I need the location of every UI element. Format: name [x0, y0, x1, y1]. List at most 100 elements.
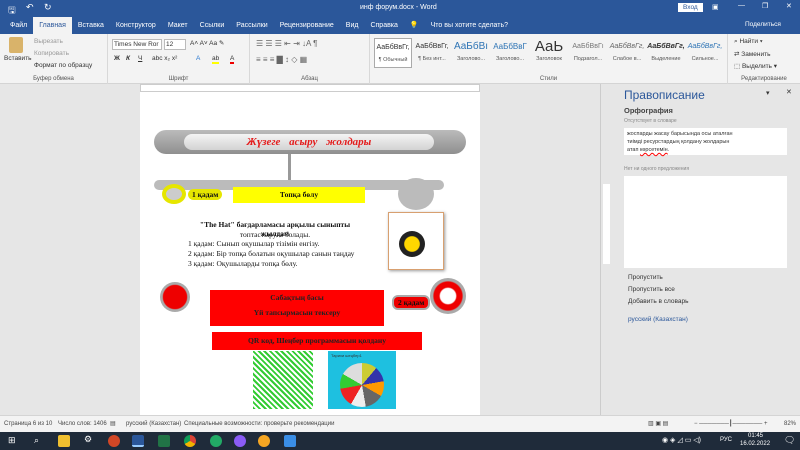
list-icons[interactable]: ☰ ☰ ☰ ⇤ ⇥ ↓A ¶: [256, 39, 317, 48]
pane-language-link[interactable]: русский (Казахстан): [628, 316, 688, 323]
select-button[interactable]: ⬚ Выделить ▾: [734, 62, 777, 70]
align-icons[interactable]: ≡ ≡ ≡ ▇ ↕ ◇ ▦: [256, 55, 307, 64]
cut-button[interactable]: Вырезать: [34, 38, 63, 45]
style-normal[interactable]: АаБбВвГг, ¶ Обычный: [374, 38, 412, 68]
step1-title: Топқа бөлу: [233, 187, 365, 203]
powerpoint-icon[interactable]: [108, 435, 120, 447]
taskbar: ⊞ ⌕ ⚙ ◉ ◈ ◿ ▭ ◁) РУС 01:45 16.02.2022 🗨: [0, 432, 800, 450]
suggestions-list[interactable]: [624, 176, 787, 268]
accessibility-status[interactable]: Специальные возможности: проверьте реком…: [184, 421, 334, 427]
tab-references[interactable]: Ссылки: [194, 17, 231, 34]
tab-mailings[interactable]: Рассылки: [230, 17, 273, 34]
paragraph-label: Абзац: [301, 76, 318, 82]
step2-badge: 2 қадам: [392, 295, 431, 310]
app-icon[interactable]: [210, 435, 222, 447]
bold-button[interactable]: Ж: [114, 55, 120, 62]
find-button[interactable]: ⌕ Найти ▾: [734, 38, 763, 46]
page-count[interactable]: Страница 6 из 10: [4, 421, 52, 427]
share-button[interactable]: Поделиться: [745, 21, 781, 28]
lesson-start-box: Сабақтың басы Үй тапсырмасын тексеру: [210, 290, 384, 326]
minimize-button[interactable]: —: [738, 2, 745, 9]
skip-button[interactable]: Пропустить: [628, 274, 663, 281]
status-language[interactable]: русский (Казахстан): [126, 421, 181, 427]
skip-all-button[interactable]: Пропустить все: [628, 286, 675, 293]
style-heading1[interactable]: АаБбВı Заголово...: [452, 38, 490, 68]
tab-review[interactable]: Рецензирование: [274, 17, 340, 34]
not-in-dictionary-label: Отсутствует в словаре: [624, 118, 677, 124]
tell-me-input[interactable]: Что вы хотите сделать?: [425, 17, 514, 34]
style-subtitle[interactable]: АаБбВвГı Подзагол...: [569, 38, 607, 68]
font-size-select[interactable]: 12: [164, 39, 186, 50]
underline-button[interactable]: Ч: [138, 55, 142, 62]
qr-code-image: [253, 351, 313, 409]
highlight-icon[interactable]: ab: [212, 55, 220, 64]
scroll-thumb[interactable]: [603, 184, 610, 264]
clock-time[interactable]: 01:45: [748, 433, 763, 439]
style-name: Заголово...: [495, 56, 525, 62]
hat-image: [399, 231, 425, 257]
step2-ring-icon: [430, 278, 466, 314]
browser-icon[interactable]: [258, 435, 270, 447]
explorer-icon[interactable]: [58, 435, 70, 447]
text-effects-icon[interactable]: A: [196, 55, 200, 62]
zoom-level[interactable]: 82%: [784, 421, 796, 427]
app-c-icon[interactable]: [234, 435, 246, 447]
tab-home[interactable]: Главная: [33, 17, 72, 34]
proofing-icon[interactable]: ▤: [110, 420, 116, 427]
style-heading2[interactable]: АаБбВвГ Заголово...: [491, 38, 529, 68]
tab-help[interactable]: Справка: [364, 17, 403, 34]
paste-icon[interactable]: [9, 37, 23, 53]
pane-close-button[interactable]: ✕: [786, 88, 792, 96]
chrome-icon[interactable]: [184, 435, 196, 447]
font-group: Times New Ror 12 A˄ A˅ Aa ✎ Ж К Ч abc x₂…: [108, 34, 250, 84]
notifications-icon[interactable]: 🗨: [784, 435, 795, 446]
ruler[interactable]: [140, 84, 480, 92]
style-intense-emphasis[interactable]: АаБбВвГг, Сильное...: [686, 38, 724, 68]
undo-icon[interactable]: ↶: [26, 2, 34, 13]
style-no-spacing[interactable]: АаБбВвГг, ¶ Без инт...: [413, 38, 451, 68]
ribbon-display-icon[interactable]: ▣: [712, 3, 719, 11]
copy-button[interactable]: Копировать: [34, 50, 69, 57]
font-color-icon[interactable]: A: [230, 55, 235, 64]
grow-font-icon[interactable]: A˄ A˅ Aa ✎: [190, 39, 224, 47]
paste-button[interactable]: Вставить: [4, 55, 32, 62]
italic-button[interactable]: К: [126, 55, 130, 62]
view-mode-icons[interactable]: ▥ ▣ ▤: [648, 420, 668, 427]
vertical-scrollbar[interactable]: [600, 84, 612, 415]
search-icon[interactable]: ⌕: [34, 435, 39, 446]
photos-icon[interactable]: [284, 435, 296, 447]
heading-text: Жүзеге асыру жолдары: [184, 134, 434, 150]
pane-options-icon[interactable]: ▾: [766, 89, 770, 97]
close-button[interactable]: ✕: [786, 2, 792, 10]
font-name-select[interactable]: Times New Ror: [112, 39, 162, 50]
sign-in-button[interactable]: Вход: [678, 3, 703, 12]
tab-layout[interactable]: Макет: [162, 17, 194, 34]
redo-icon[interactable]: ↻: [44, 2, 52, 13]
format-painter-button[interactable]: Формат по образцу: [34, 62, 92, 69]
strike-sub-super-icons[interactable]: abc x₂ x²: [152, 55, 177, 62]
start-icon[interactable]: ⊞: [8, 435, 16, 446]
step1-circle: [398, 178, 434, 210]
style-subtle-emphasis[interactable]: АаБбВвГг, Слабое в...: [608, 38, 646, 68]
style-name: Заголово...: [456, 56, 486, 62]
tab-view[interactable]: Вид: [340, 17, 365, 34]
tray-icons[interactable]: ◉ ◈ ◿ ▭ ◁): [662, 436, 701, 444]
zoom-slider[interactable]: − ───────┃─────── +: [694, 420, 767, 427]
document-page[interactable]: Жүзеге асыру жолдары 1 қадам Топқа бөлу …: [140, 92, 480, 415]
tab-design[interactable]: Конструктор: [110, 17, 162, 34]
settings-icon[interactable]: ⚙: [84, 434, 92, 445]
style-title[interactable]: АаЬ Заголовок: [530, 38, 568, 68]
style-emphasis[interactable]: АаБбВвГг, Выделение: [647, 38, 685, 68]
excel-icon[interactable]: [158, 435, 170, 447]
add-to-dictionary-button[interactable]: Добавить в словарь: [628, 298, 689, 305]
input-language[interactable]: РУС: [720, 437, 732, 443]
word-count[interactable]: Число слов: 1406: [58, 421, 107, 427]
maximize-button[interactable]: ❐: [762, 2, 768, 10]
editing-group: ⌕ Найти ▾ ⇄ Заменить ⬚ Выделить ▾ Редакт…: [728, 34, 800, 84]
replace-button[interactable]: ⇄ Заменить: [734, 50, 770, 58]
status-bar: Страница 6 из 10 Число слов: 1406 ▤ русс…: [0, 415, 800, 432]
clock-date[interactable]: 16.02.2022: [740, 441, 770, 447]
tab-insert[interactable]: Вставка: [72, 17, 110, 34]
word-icon[interactable]: [132, 435, 144, 447]
tab-file[interactable]: Файл: [4, 17, 33, 34]
